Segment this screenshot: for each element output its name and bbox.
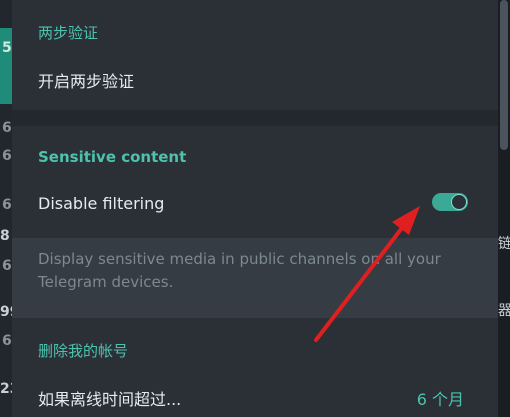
disable-filtering-label: Disable filtering bbox=[38, 194, 165, 213]
sensitive-content-title: Sensitive content bbox=[38, 148, 187, 166]
sensitive-content-note: Display sensitive media in public channe… bbox=[12, 238, 498, 318]
background-fragment: 6 bbox=[2, 197, 12, 213]
background-fragment: 8 bbox=[0, 228, 10, 244]
background-fragment: 6 bbox=[2, 258, 12, 274]
scrollbar-thumb[interactable] bbox=[500, 0, 508, 150]
sensitive-content-note-text: Display sensitive media in public channe… bbox=[38, 250, 441, 291]
enable-two-step-button[interactable]: 开启两步验证 bbox=[12, 52, 498, 102]
background-fragment: 器 bbox=[498, 303, 510, 319]
disable-filtering-toggle[interactable] bbox=[432, 193, 468, 211]
background-fragment: 6 bbox=[2, 120, 12, 136]
two-step-section: 两步验证 开启两步验证 bbox=[12, 0, 498, 110]
privacy-settings-panel: 两步验证 开启两步验证 Sensitive content Disable fi… bbox=[12, 0, 498, 417]
toggle-knob bbox=[451, 194, 467, 210]
enable-two-step-label: 开启两步验证 bbox=[38, 72, 135, 91]
background-fragment: 6 bbox=[2, 148, 12, 164]
disable-filtering-row[interactable]: Disable filtering bbox=[12, 178, 498, 226]
background-right-strip: 链 器 bbox=[498, 0, 510, 417]
if-offline-label: 如果离线时间超过... bbox=[38, 390, 182, 409]
delete-account-title: 删除我的帐号 bbox=[38, 342, 129, 360]
background-fragment: 6 bbox=[2, 333, 12, 349]
background-fragment: 5 bbox=[2, 40, 12, 56]
offline-period-value[interactable]: 6 个月 bbox=[417, 386, 464, 410]
two-step-title: 两步验证 bbox=[38, 24, 99, 42]
section-divider bbox=[12, 110, 498, 126]
account-ttl-row[interactable]: 如果离线时间超过... 6 个月 bbox=[12, 372, 498, 417]
background-fragment: 链 bbox=[498, 236, 510, 252]
